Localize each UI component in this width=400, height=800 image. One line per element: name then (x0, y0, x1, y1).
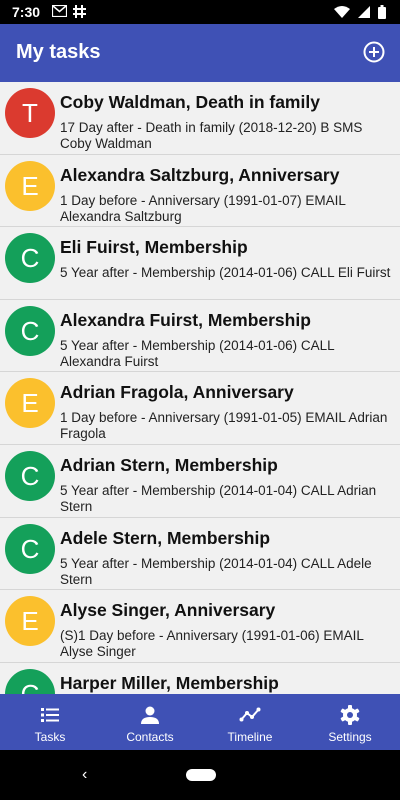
task-item[interactable]: C Adele Stern, Membership 5 Year after - M… (0, 518, 400, 591)
task-detail: (S)1 Day before - Anniversary (1991-01-0… (60, 628, 364, 660)
battery-icon (378, 5, 386, 19)
system-navigation-bar: ‹ (0, 750, 400, 800)
task-avatar: C (5, 523, 55, 574)
task-item[interactable]: C Adrian Stern, Membership 5 Year after - … (0, 445, 400, 518)
back-icon[interactable]: ‹ (82, 766, 87, 784)
task-title: Alexandra Fuirst, Membership (60, 309, 311, 330)
task-title: Alyse Singer, Anniversary (60, 600, 276, 621)
task-detail: 17 Day after - Death in family (2018-12-… (60, 120, 363, 151)
task-avatar: E (5, 378, 55, 429)
app-bar: My tasks (0, 24, 400, 82)
task-avatar: E (5, 160, 55, 211)
task-avatar: E (5, 596, 55, 647)
task-title: Harper Miller, Membership (60, 672, 279, 693)
task-item[interactable]: C Harper Miller, Membership (0, 663, 400, 694)
task-title: Coby Waldman, Death in family (60, 92, 320, 112)
task-avatar: C (5, 450, 55, 501)
gear-icon (340, 705, 360, 725)
nav-label: Timeline (227, 730, 273, 744)
task-item[interactable]: E Alyse Singer, Anniversary (S)1 Day befor… (0, 590, 400, 663)
status-bar: 7:30 (0, 0, 400, 24)
task-item[interactable]: E Adrian Fragola, Anniversary 1 Day before… (0, 372, 400, 445)
nav-tasks[interactable]: Tasks (0, 694, 100, 750)
task-avatar: C (5, 305, 55, 356)
person-icon (141, 706, 159, 724)
nav-label: Settings (328, 730, 372, 744)
task-detail: 5 Year after - Membership (2014-01-04) C… (60, 555, 372, 587)
task-item[interactable]: E Alexandra Saltzburg, Anniversary 1 Day b… (0, 155, 400, 228)
task-avatar: C (5, 233, 55, 284)
task-avatar: C (5, 668, 55, 694)
status-time: 7:30 (12, 4, 41, 20)
bottom-navigation: Tasks Contacts Timeline Settings (0, 694, 400, 750)
signal-icon (358, 6, 370, 18)
home-pill[interactable] (186, 769, 216, 781)
slack-icon (73, 5, 86, 18)
task-item[interactable]: C Alexandra Fuirst, Membership 5 Year afte… (0, 300, 400, 373)
nav-settings[interactable]: Settings (300, 694, 400, 750)
gmail-icon (52, 5, 67, 17)
task-detail: 5 Year after - Membership (2014-01-06) C… (60, 265, 391, 281)
notification-icons (52, 5, 86, 18)
task-detail: 5 Year after - Membership (2014-01-06) C… (60, 337, 335, 369)
task-title: Adele Stern, Membership (60, 527, 271, 548)
add-circle-icon[interactable] (362, 40, 386, 64)
wifi-icon (334, 6, 350, 18)
task-list[interactable]: T Coby Waldman, Death in family 17 Day aft… (0, 82, 400, 694)
page-title: My tasks (16, 41, 101, 63)
nav-contacts[interactable]: Contacts (100, 694, 200, 750)
task-title: Eli Fuirst, Membership (60, 237, 248, 258)
nav-label: Contacts (126, 730, 174, 744)
task-title: Alexandra Saltzburg, Anniversary (60, 164, 340, 185)
nav-label: Tasks (34, 730, 66, 744)
task-avatar: T (5, 88, 55, 138)
task-detail: 5 Year after - Membership (2014-01-04) C… (60, 482, 377, 514)
task-detail: 1 Day before - Anniversary (1991-01-05) … (60, 410, 388, 442)
task-item[interactable]: T Coby Waldman, Death in family 17 Day aft… (0, 82, 400, 155)
system-icons (334, 5, 386, 19)
nav-timeline[interactable]: Timeline (200, 694, 300, 750)
task-title: Adrian Stern, Membership (60, 454, 278, 475)
task-detail: 1 Day before - Anniversary (1991-01-07) … (60, 192, 346, 224)
timeline-icon (239, 707, 261, 722)
task-title: Adrian Fragola, Anniversary (60, 382, 294, 403)
task-item[interactable]: C Eli Fuirst, Membership 5 Year after - Me… (0, 227, 400, 300)
list-icon (41, 708, 59, 722)
